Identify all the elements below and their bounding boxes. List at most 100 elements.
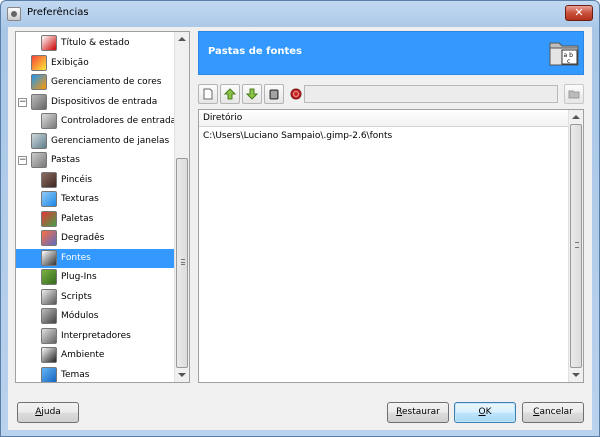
tree-item-label: Exibição [51, 57, 89, 68]
plugins-icon [41, 269, 57, 285]
grip-icon [181, 259, 185, 265]
move-up-button[interactable] [220, 84, 240, 104]
help-label-post: juda [41, 407, 61, 417]
input-devices-icon [31, 93, 47, 110]
collapse-expander-icon[interactable]: − [18, 156, 27, 165]
browse-button[interactable] [564, 84, 584, 104]
scroll-up-arrow-icon[interactable] [572, 115, 580, 119]
tree-item-label: Degradês [61, 233, 105, 243]
cancel-button[interactable]: Cancelar [522, 402, 584, 423]
tree-item-label: Controladores de entrada [61, 116, 177, 126]
tree-item[interactable]: Controladores de entrada [16, 112, 176, 131]
delete-button[interactable] [264, 84, 284, 104]
tree-item[interactable]: Gerenciamento de janelas [16, 132, 176, 151]
tree-scroll-thumb[interactable] [176, 158, 188, 368]
modules-icon [41, 308, 57, 324]
tree-item-label: Texturas [61, 194, 99, 204]
section-title: Pastas de fontes [208, 46, 302, 57]
input-controllers-icon [41, 113, 57, 129]
move-down-button[interactable] [242, 84, 262, 104]
move-down-icon [246, 88, 258, 100]
window-title: Preferências [27, 7, 89, 18]
tree-item[interactable]: Fontes [16, 248, 176, 268]
scripts-icon [41, 288, 57, 305]
tree-item[interactable]: Interpretadores [16, 327, 176, 346]
tree-item[interactable]: Exibição [16, 54, 176, 73]
themes-icon [41, 366, 57, 382]
environment-icon [41, 347, 57, 363]
list-item[interactable]: C:\Users\Luciano Sampaio\.gimp-2.6\fonts [203, 131, 392, 141]
title-icon [41, 35, 57, 51]
new-folder-icon [203, 88, 213, 100]
scroll-down-arrow-icon[interactable] [178, 373, 186, 377]
palettes-icon [41, 210, 57, 227]
tree-item-label: Dispositivos de entrada [51, 96, 158, 107]
folder-icon [568, 90, 580, 99]
tree-item[interactable]: Temas [16, 366, 176, 382]
category-tree: Temas Ambiente Interpretadores Módulos Scrip… [15, 31, 190, 383]
move-up-icon [224, 88, 236, 100]
cancel-label-post: ancelar [539, 407, 573, 417]
tree-item-label: Pincéis [61, 174, 93, 185]
tree-item-label: Interpretadores [61, 330, 131, 341]
tree-item-label: Título & estado [61, 38, 130, 48]
help-button[interactable]: Ajuda [17, 402, 79, 423]
tree-item[interactable]: Título & estado [16, 34, 176, 53]
tree-item[interactable]: Gerenciamento de cores [16, 73, 176, 92]
reset-button[interactable]: Restaurar [387, 402, 449, 423]
scroll-down-arrow-icon[interactable] [572, 373, 580, 377]
column-header-directory[interactable]: Diretório [199, 110, 569, 127]
tree-item[interactable]: Plug-Ins [16, 268, 176, 287]
column-header-label: Diretório [203, 113, 243, 123]
fonts-icon [41, 249, 57, 266]
font-folder-icon: a b c [549, 42, 579, 66]
tree-item-label: Pastas [51, 155, 80, 165]
tree-item-label: Paletas [61, 213, 94, 224]
tree-item[interactable]: Scripts [16, 288, 176, 307]
list-scroll-thumb[interactable] [570, 124, 582, 368]
tree-item-label: Gerenciamento de cores [51, 77, 162, 87]
preferences-window: Preferências ✕ Temas Ambiente Interpretado… [0, 0, 600, 437]
interpreters-icon [41, 327, 57, 344]
tree-scrollbar[interactable] [174, 32, 189, 382]
tree-item[interactable]: Degradês [16, 229, 176, 248]
app-icon [7, 7, 21, 21]
tree-item[interactable]: Módulos [16, 307, 176, 326]
color-management-icon [31, 74, 47, 90]
window-management-icon [31, 132, 47, 149]
folder-toolbar [198, 83, 584, 107]
close-button[interactable]: ✕ [565, 5, 593, 21]
ok-label-post: K [485, 407, 492, 417]
title-bar[interactable]: Preferências ✕ [1, 1, 599, 27]
folders-icon [31, 152, 47, 168]
tree-item[interactable]: Texturas [16, 190, 176, 209]
tree-item-label: Gerenciamento de janelas [51, 135, 170, 146]
tree-item-label: Temas [61, 369, 90, 380]
section-header: Pastas de fontes a b c [198, 31, 584, 75]
tree-item[interactable]: Ambiente [16, 346, 176, 365]
tree-item[interactable]: Pincéis [16, 171, 176, 190]
delete-icon [269, 89, 279, 100]
dialog-client-area: Temas Ambiente Interpretadores Módulos Scrip… [8, 27, 592, 430]
tree-item-label: Ambiente [61, 350, 105, 360]
folder-path-input[interactable] [304, 85, 558, 103]
ok-button[interactable]: OK [454, 402, 516, 423]
tree-item[interactable]: − Pastas [16, 151, 176, 170]
tree-item-label: Módulos [61, 311, 99, 321]
tree-item[interactable]: − Dispositivos de entrada [16, 93, 176, 112]
gradients-icon [41, 230, 57, 246]
tree-item-label: Plug-Ins [61, 272, 97, 282]
brushes-icon [41, 171, 57, 188]
collapse-expander-icon[interactable]: − [18, 97, 27, 107]
grip-icon [575, 242, 579, 248]
stop-button[interactable] [286, 84, 306, 104]
new-folder-button[interactable] [198, 84, 218, 104]
tree-item-label: Scripts [61, 291, 92, 302]
tree-item[interactable]: Paletas [16, 210, 176, 229]
tree-item-label: Fontes [61, 252, 91, 263]
list-scrollbar[interactable] [568, 110, 583, 382]
svg-text:c: c [567, 58, 570, 65]
stop-icon [290, 88, 302, 100]
patterns-icon [41, 191, 57, 207]
scroll-up-arrow-icon[interactable] [178, 37, 186, 41]
